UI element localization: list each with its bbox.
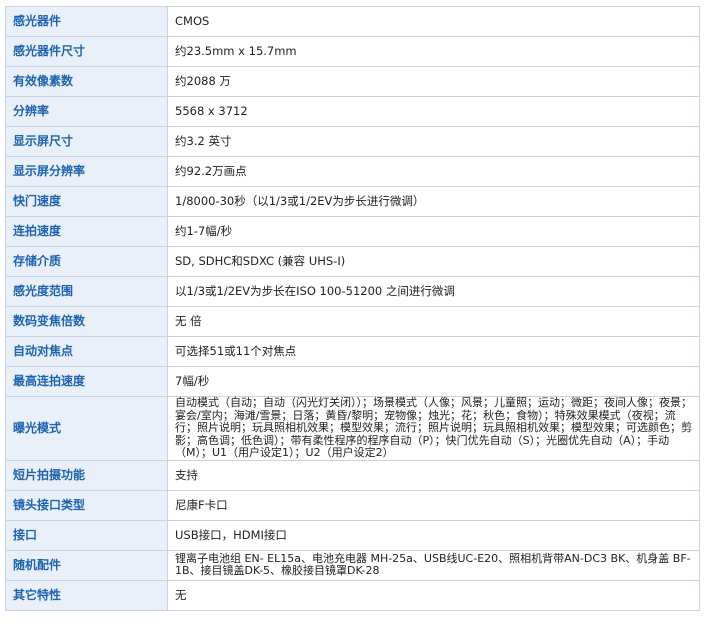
spec-label: 数码变焦倍数 <box>5 306 168 337</box>
spec-value: 7幅/秒 <box>167 366 700 397</box>
spec-label: 短片拍摄功能 <box>5 459 168 491</box>
spec-label: 有效像素数 <box>5 66 168 97</box>
spec-label: 存储介质 <box>5 246 168 277</box>
spec-row-iso-range: 感光度范围 以1/3或1/2EV为步长在ISO 100-51200 之间进行微调 <box>5 276 700 307</box>
spec-value: 1/8000-30秒（以1/3或1/2EV为步长进行微调） <box>167 186 700 217</box>
spec-value: CMOS <box>167 6 700 37</box>
spec-label: 曝光模式 <box>5 396 168 461</box>
spec-row-screen-size: 显示屏尺寸 约3.2 英寸 <box>5 126 700 157</box>
spec-row-movie: 短片拍摄功能 支持 <box>5 459 700 491</box>
spec-value: 约92.2万画点 <box>167 156 700 187</box>
spec-value: 可选择51或11个对焦点 <box>167 336 700 367</box>
spec-value: 约3.2 英寸 <box>167 126 700 157</box>
spec-label: 感光器件尺寸 <box>5 36 168 67</box>
spec-value: 自动模式（自动；自动（闪光灯关闭））；场景模式（人像；风景；儿童照；运动；微距；… <box>167 396 700 461</box>
spec-table-body: 感光器件 CMOS 感光器件尺寸 约23.5mm x 15.7mm 有效像素数 … <box>5 6 700 611</box>
spec-label: 最高连拍速度 <box>5 366 168 397</box>
spec-row-digital-zoom: 数码变焦倍数 无 倍 <box>5 306 700 337</box>
spec-value: 尼康F卡口 <box>167 489 700 521</box>
spec-row-lens-mount: 镜头接口类型 尼康F卡口 <box>5 489 700 521</box>
spec-value: 约1-7幅/秒 <box>167 216 700 247</box>
spec-row-interfaces: 接口 USB接口，HDMI接口 <box>5 519 700 551</box>
spec-row-accessories: 随机配件 锂离子电池组 EN- EL15a、电池充电器 MH-25a、USB线U… <box>5 549 700 581</box>
spec-value: 以1/3或1/2EV为步长在ISO 100-51200 之间进行微调 <box>167 276 700 307</box>
spec-label: 显示屏尺寸 <box>5 126 168 157</box>
spec-table: 感光器件 CMOS 感光器件尺寸 约23.5mm x 15.7mm 有效像素数 … <box>5 6 700 611</box>
spec-row-storage: 存储介质 SD, SDHC和SDXC (兼容 UHS-I) <box>5 246 700 277</box>
spec-row-effective-pixels: 有效像素数 约2088 万 <box>5 66 700 97</box>
spec-row-sensor-size: 感光器件尺寸 约23.5mm x 15.7mm <box>5 36 700 67</box>
spec-label: 显示屏分辨率 <box>5 156 168 187</box>
spec-value: 无 <box>167 579 700 611</box>
spec-value: 锂离子电池组 EN- EL15a、电池充电器 MH-25a、USB线UC-E20… <box>167 549 700 581</box>
spec-label: 镜头接口类型 <box>5 489 168 521</box>
spec-label: 接口 <box>5 519 168 551</box>
spec-value: 约2088 万 <box>167 66 700 97</box>
spec-value: 5568 x 3712 <box>167 96 700 127</box>
spec-row-af-points: 自动对焦点 可选择51或11个对焦点 <box>5 336 700 367</box>
spec-value: 支持 <box>167 459 700 491</box>
spec-row-screen-resolution: 显示屏分辨率 约92.2万画点 <box>5 156 700 187</box>
spec-row-burst-speed: 连拍速度 约1-7幅/秒 <box>5 216 700 247</box>
spec-label: 随机配件 <box>5 549 168 581</box>
spec-row-exposure-modes: 曝光模式 自动模式（自动；自动（闪光灯关闭））；场景模式（人像；风景；儿童照；运… <box>5 396 700 461</box>
spec-label: 分辨率 <box>5 96 168 127</box>
spec-label: 自动对焦点 <box>5 336 168 367</box>
spec-value: USB接口，HDMI接口 <box>167 519 700 551</box>
spec-row-other-features: 其它特性 无 <box>5 579 700 611</box>
spec-label: 感光器件 <box>5 6 168 37</box>
spec-value: SD, SDHC和SDXC (兼容 UHS-I) <box>167 246 700 277</box>
spec-row-shutter-speed: 快门速度 1/8000-30秒（以1/3或1/2EV为步长进行微调） <box>5 186 700 217</box>
spec-row-resolution: 分辨率 5568 x 3712 <box>5 96 700 127</box>
spec-label: 其它特性 <box>5 579 168 611</box>
spec-row-sensor: 感光器件 CMOS <box>5 6 700 37</box>
spec-label: 快门速度 <box>5 186 168 217</box>
spec-value: 约23.5mm x 15.7mm <box>167 36 700 67</box>
spec-label: 连拍速度 <box>5 216 168 247</box>
spec-label: 感光度范围 <box>5 276 168 307</box>
spec-row-max-burst: 最高连拍速度 7幅/秒 <box>5 366 700 397</box>
spec-value: 无 倍 <box>167 306 700 337</box>
